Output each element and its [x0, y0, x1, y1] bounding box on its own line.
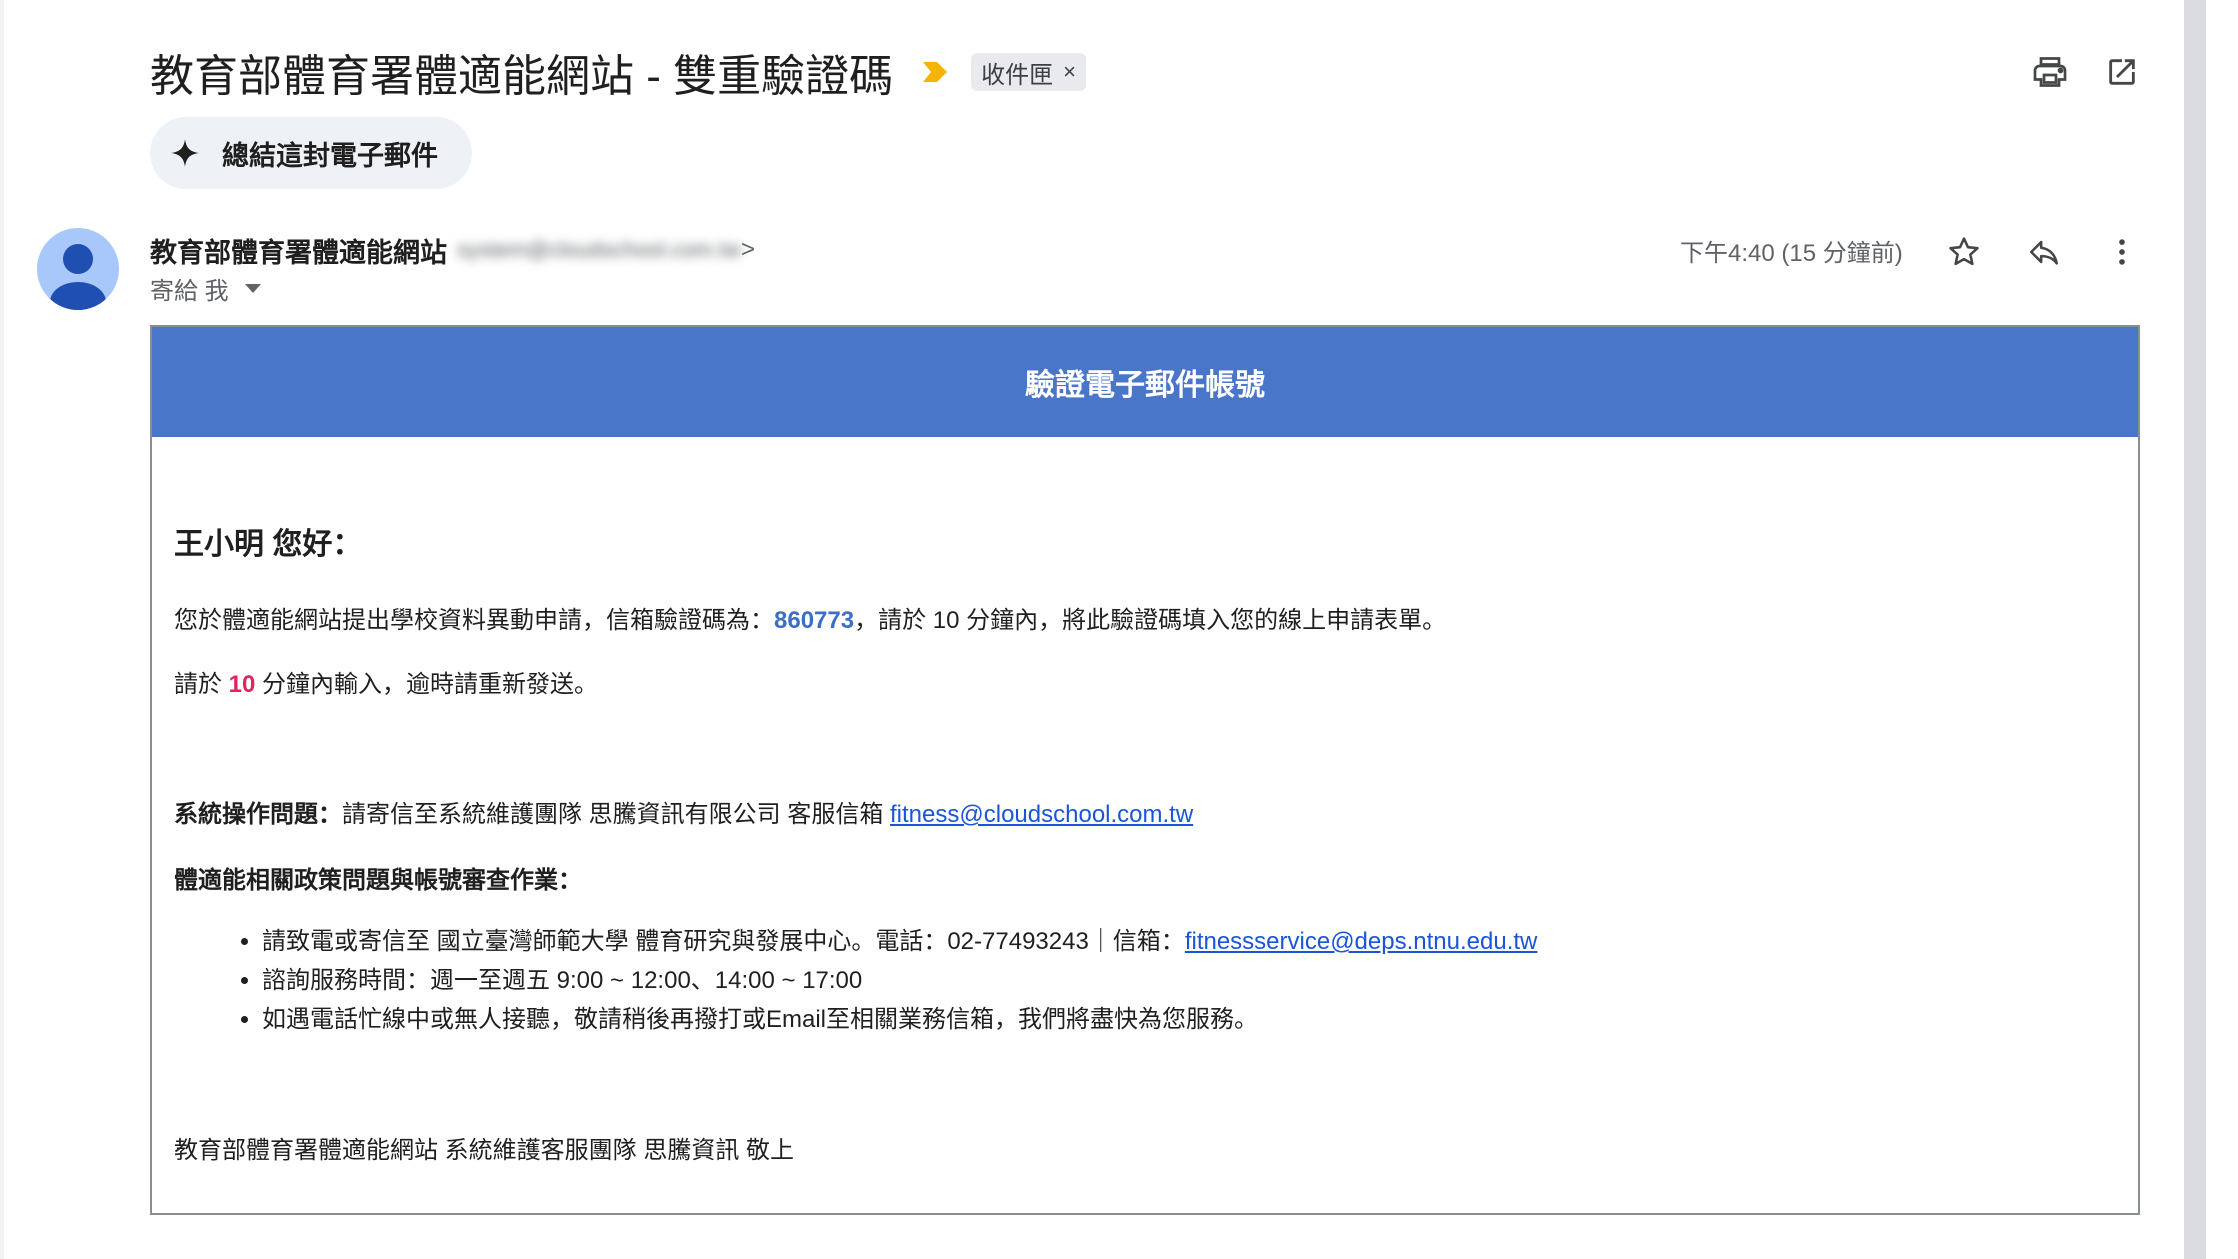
email-timestamp: 下午4:40 (15 分鐘前): [1680, 239, 1903, 267]
subject-row: 教育部體育署體適能網站 - 雙重驗證碼 收件匣 ×: [150, 40, 1086, 104]
print-icon[interactable]: [2030, 52, 2070, 92]
more-vert-icon[interactable]: [2100, 230, 2144, 274]
open-in-new-window-icon[interactable]: [2102, 52, 2142, 92]
list-item: 諮詢服務時間：週一至週五 9:00 ~ 12:00、14:00 ~ 17:00: [262, 961, 1537, 1000]
scrollbar[interactable]: [2184, 0, 2206, 1259]
support-paragraph: 系統操作問題：請寄信至系統維護團隊 思騰資訊有限公司 客服信箱 fitness@…: [174, 794, 1193, 829]
email-body-header: 驗證電子郵件帳號: [152, 327, 2138, 437]
summarize-label: 總結這封電子郵件: [222, 140, 438, 171]
sender-name[interactable]: 教育部體育署體適能網站: [150, 231, 447, 270]
sender-email: system@cloudschool.com.tw: [457, 237, 741, 262]
contact-email-link[interactable]: fitnessservice@deps.ntnu.edu.tw: [1185, 928, 1538, 955]
expiry-text-suffix: 分鐘內輸入，逾時請重新發送。: [255, 671, 599, 698]
reply-icon[interactable]: [2022, 230, 2066, 274]
avatar-icon[interactable]: [37, 228, 119, 310]
support-label: 系統操作問題：: [174, 801, 342, 828]
sparkle-icon: [171, 139, 199, 167]
list-item: 如遇電話忙線中或無人接聽，敬請稍後再撥打或Email至相關業務信箱，我們將盡快為…: [262, 1000, 1537, 1039]
verification-paragraph: 您於體適能網站提出學校資料異動申請，信箱驗證碼為：860773，請於 10 分鐘…: [174, 600, 1446, 635]
verification-text-suffix: ，請於 10 分鐘內，將此驗證碼填入您的線上申請表單。: [854, 607, 1447, 634]
expiry-paragraph: 請於 10 分鐘內輸入，逾時請重新發送。: [174, 664, 598, 699]
dropdown-caret-icon: [244, 283, 261, 293]
support-text: 請寄信至系統維護團隊 思騰資訊有限公司 客服信箱: [342, 801, 891, 828]
support-email-link[interactable]: fitness@cloudschool.com.tw: [890, 801, 1193, 828]
expiry-minutes: 10: [228, 671, 256, 698]
recipient-label: 寄給 我: [150, 277, 229, 305]
list-item: 請致電或寄信至 國立臺灣師範大學 體育研究與發展中心。電話：02-7749324…: [262, 922, 1537, 961]
email-greeting: 王小明 您好：: [174, 528, 363, 561]
label-chip-text: 收件匣: [981, 61, 1054, 89]
label-chip-inbox: 收件匣 ×: [971, 53, 1086, 91]
verification-code: 860773: [774, 607, 855, 634]
sender-email-bracket: >: [740, 236, 755, 263]
contact-list: 請致電或寄信至 國立臺灣師範大學 體育研究與發展中心。電話：02-7749324…: [174, 922, 1537, 1039]
recipient-details-toggle[interactable]: 寄給 我: [150, 270, 261, 306]
sender-line: 教育部體育署體適能網站 system@cloudschool.com.tw >: [150, 230, 755, 270]
email-signature: 教育部體育署體適能網站 系統維護客服團隊 思騰資訊 敬上: [174, 1137, 795, 1164]
star-icon[interactable]: [1942, 230, 1986, 274]
email-subject: 教育部體育署體適能網站 - 雙重驗證碼: [150, 52, 894, 101]
importance-icon[interactable]: [921, 60, 949, 84]
email-body-card: 驗證電子郵件帳號 王小明 您好： 您於體適能網站提出學校資料異動申請，信箱驗證碼…: [150, 325, 2140, 1215]
remove-label-button[interactable]: ×: [1063, 59, 1076, 85]
verification-text-prefix: 您於體適能網站提出學校資料異動申請，信箱驗證碼為：: [174, 607, 774, 634]
expiry-text-prefix: 請於: [174, 671, 229, 698]
contact-text: 請致電或寄信至 國立臺灣師範大學 體育研究與發展中心。電話：02-7749324…: [262, 928, 1185, 955]
policy-heading: 體適能相關政策問題與帳號審查作業：: [174, 867, 582, 894]
summarize-email-button[interactable]: 總結這封電子郵件: [150, 117, 472, 189]
page-edge: [0, 0, 4, 1259]
